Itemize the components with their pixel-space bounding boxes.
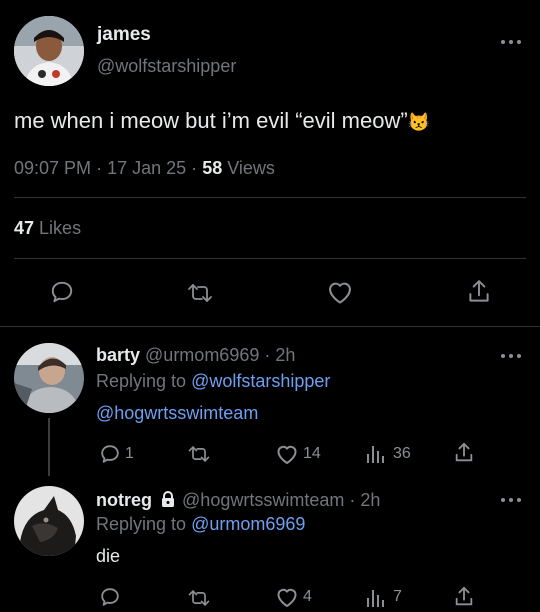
reply-text: die <box>96 546 121 566</box>
like-count: 14 <box>303 445 321 462</box>
separator: · <box>96 158 103 178</box>
tweet-time[interactable]: 09:07 PM <box>14 158 91 178</box>
replying-to-link[interactable]: @wolfstarshipper <box>191 371 330 391</box>
reply-text-mention[interactable]: @hogwrtsswimteam <box>96 403 258 424</box>
likes-row[interactable]: 47 Likes <box>14 218 81 239</box>
separator: · <box>349 490 356 510</box>
retweet-icon[interactable] <box>186 280 214 306</box>
reply-count: 1 <box>125 445 134 462</box>
views-count: 7 <box>393 588 402 605</box>
tweet-date[interactable]: 17 Jan 25 <box>107 158 186 178</box>
reply-author-name[interactable]: notreg <box>96 490 152 510</box>
timestamp-row: 09:07 PM · 17 Jan 25 · 58 Views <box>14 158 275 179</box>
pouting-cat-emoji: 😾 <box>407 112 431 132</box>
reply-avatar[interactable] <box>14 343 84 413</box>
replying-to-row: Replying to @urmom6969 <box>96 514 305 535</box>
views-icon[interactable] <box>365 586 387 608</box>
more-icon[interactable] <box>501 352 523 360</box>
like-icon[interactable] <box>326 279 354 305</box>
retweet-icon[interactable] <box>187 587 211 609</box>
reply-time[interactable]: 2h <box>360 490 380 510</box>
thread-line <box>48 418 50 476</box>
likes-count: 47 <box>14 218 35 238</box>
reply-author-handle[interactable]: @urmom6969 <box>145 345 259 365</box>
author-avatar[interactable] <box>14 16 84 86</box>
reply-avatar[interactable] <box>14 486 84 556</box>
replying-to-row: Replying to @wolfstarshipper <box>96 371 330 392</box>
divider <box>14 258 526 259</box>
more-icon[interactable] <box>501 38 523 46</box>
replying-to-label: Replying to <box>96 514 187 534</box>
like-icon[interactable] <box>275 586 299 608</box>
reply-icon[interactable] <box>49 279 75 305</box>
views-label: Views <box>227 158 275 178</box>
likes-label: Likes <box>39 218 82 238</box>
tweet-text-row: me when i meow but i’m evil “evil meow”😾 <box>14 108 430 134</box>
replying-to-label: Replying to <box>96 371 187 391</box>
divider <box>14 197 526 198</box>
reply-header: barty @urmom6969 · 2h <box>96 345 295 366</box>
share-icon[interactable] <box>466 278 492 306</box>
reply-author-name[interactable]: barty <box>96 345 140 365</box>
reply-icon[interactable] <box>99 586 121 608</box>
reply-header: notreg @hogwrtsswimteam · 2h <box>96 490 380 511</box>
divider <box>0 326 540 327</box>
author-handle[interactable]: @wolfstarshipper <box>97 56 236 77</box>
reply-time[interactable]: 2h <box>275 345 295 365</box>
more-icon[interactable] <box>501 496 523 504</box>
views-icon[interactable] <box>365 442 387 464</box>
separator: · <box>264 345 271 365</box>
like-icon[interactable] <box>275 443 299 465</box>
lock-icon <box>159 490 177 508</box>
share-icon[interactable] <box>453 441 475 465</box>
reply-icon[interactable] <box>99 443 121 465</box>
author-name[interactable]: james <box>97 24 151 46</box>
reply-author-handle[interactable]: @hogwrtsswimteam <box>182 490 344 510</box>
separator: · <box>191 158 198 178</box>
views-count: 58 <box>202 158 223 178</box>
share-icon[interactable] <box>453 585 475 609</box>
retweet-icon[interactable] <box>187 443 211 465</box>
views-count: 36 <box>393 445 411 462</box>
replying-to-link[interactable]: @urmom6969 <box>191 514 305 534</box>
tweet-text: me when i meow but i’m evil “evil meow” <box>14 108 408 133</box>
like-count: 4 <box>303 588 312 605</box>
